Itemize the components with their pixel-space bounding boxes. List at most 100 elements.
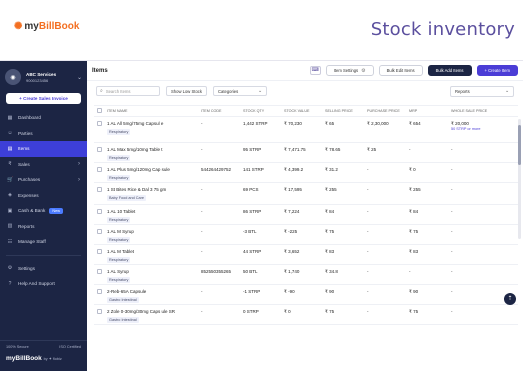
logo-text-billbook: BillBook xyxy=(38,21,80,32)
item-name[interactable]: 1 AL M Syrup xyxy=(107,229,201,235)
table-body: 1 AL All 5mg/75mg Capsul e Respiratory -1,… xyxy=(94,117,518,325)
item-name[interactable]: 1 St Bites Rice & Dal 3 75 gm xyxy=(107,187,201,193)
sidebar-item-dashboard[interactable]: ▦ Dashboard xyxy=(0,110,87,126)
business-switcher[interactable]: ◉ ABC Services 9000123456 ⌄ xyxy=(0,61,87,89)
item-name-cell[interactable]: 1 AL M Syrup Respiratory xyxy=(106,225,201,243)
items-header: Items ⌨ Item Settings ⚙ Bulk Edit Items … xyxy=(87,61,523,81)
search-input[interactable]: ⌕ Search Items xyxy=(96,86,160,96)
table-scrollbar[interactable] xyxy=(518,119,521,239)
header-wholesale-price[interactable]: WHOLE SALE PRICE xyxy=(451,109,505,113)
create-sales-invoice-button[interactable]: + Create Sales Invoice xyxy=(6,93,81,104)
sidebar-item-cash-bank[interactable]: ▣ Cash & Bank New xyxy=(0,203,87,219)
item-name[interactable]: 1 AL M Tablet xyxy=(107,249,201,255)
chevron-down-icon: ⌄ xyxy=(257,88,262,94)
header-purchase-price[interactable]: PURCHASE PRICE xyxy=(367,109,409,113)
item-name-cell[interactable]: 1 AL Max 5mg/10mg Table t Respiratory xyxy=(106,143,201,161)
item-code: - xyxy=(201,309,203,314)
sidebar-item-label: Parties xyxy=(18,130,33,136)
item-name[interactable]: 1 AL 10 Tablet xyxy=(107,209,201,215)
sidebar-item-label: Dashboard xyxy=(18,115,41,121)
mrp: ₹ 84 xyxy=(409,209,419,214)
sidebar-item-manage-staff[interactable]: ☷ Manage Staff xyxy=(0,234,87,250)
header-item-code[interactable]: ITEM CODE xyxy=(201,109,243,113)
table-row[interactable]: 1 AL All 5mg/75mg Capsul e Respiratory -1,… xyxy=(94,117,518,143)
show-low-stock-toggle[interactable]: Show Low Stock xyxy=(166,86,207,96)
item-name-cell[interactable]: 1 St Bites Rice & Dal 3 75 gm Baby Food a… xyxy=(106,183,201,201)
categories-dropdown[interactable]: Categories ⌄ xyxy=(212,86,267,96)
purchase-price: - xyxy=(367,309,369,314)
item-name-cell[interactable]: 2-Reb-65A Capsule Gastro Intestinal xyxy=(106,285,201,303)
category-badge: Gastro Intestinal xyxy=(107,316,139,323)
table-row[interactable]: 2-Reb-65A Capsule Gastro Intestinal - -1 ST… xyxy=(94,285,518,305)
create-item-button[interactable]: + Create Item xyxy=(476,65,518,76)
row-checkbox[interactable] xyxy=(97,187,102,192)
wholesale-price: - xyxy=(451,249,453,254)
header-mrp[interactable]: MRP xyxy=(409,109,451,113)
item-name-cell[interactable]: 1 AL 10 Tablet Respiratory xyxy=(106,205,201,223)
table-row[interactable]: 1 St Bites Rice & Dal 3 75 gm Baby Food a… xyxy=(94,183,518,205)
item-name[interactable]: 1 AL Plus 5mg/120mg Cap sule xyxy=(107,167,201,173)
item-name[interactable]: 1 AL All 5mg/75mg Capsul e xyxy=(107,121,201,127)
table-row[interactable]: 1 AL Plus 5mg/120mg Cap sule Respiratory 5… xyxy=(94,163,518,183)
stock-value: ₹ 1,740 xyxy=(284,269,300,274)
reports-dropdown[interactable]: Reports ⌄ xyxy=(450,85,514,97)
sidebar-item-parties[interactable]: ☺ Parties xyxy=(0,126,87,142)
table-row[interactable]: 1 AL M Tablet Respiratory -44 STRP ₹ 3,652 ₹… xyxy=(94,245,518,265)
table-row[interactable]: 1 AL Syrup Respiratory 852550355265 50 BTL ₹… xyxy=(94,265,518,285)
item-name-cell[interactable]: 1 AL M Tablet Respiratory xyxy=(106,245,201,263)
row-checkbox[interactable] xyxy=(97,269,102,274)
row-checkbox[interactable] xyxy=(97,121,102,126)
select-all-checkbox[interactable] xyxy=(97,108,102,113)
item-name[interactable]: 1 AL Syrup xyxy=(107,269,201,275)
item-name[interactable]: 2-Reb-65A Capsule xyxy=(107,289,201,295)
page-headline: Stock inventory xyxy=(370,19,515,40)
row-checkbox[interactable] xyxy=(97,229,102,234)
mrp: ₹ 83 xyxy=(409,249,419,254)
header-item-name[interactable]: ITEM NAME xyxy=(106,109,201,113)
item-name-cell[interactable]: 1 AL Plus 5mg/120mg Cap sule Respiratory xyxy=(106,163,201,181)
sidebar-item-settings[interactable]: ⚙ Settings xyxy=(0,261,87,277)
sidebar-item-expenses[interactable]: ◈ Expenses xyxy=(0,188,87,204)
header-stock-value[interactable]: STOCK VALUE xyxy=(284,109,325,113)
stock-value: ₹ 0 xyxy=(284,309,291,314)
header-selling-price[interactable]: SELLING PRICE xyxy=(325,109,367,113)
row-checkbox[interactable] xyxy=(97,209,102,214)
bulk-add-items-button[interactable]: Bulk Add Items xyxy=(427,65,472,76)
table-row[interactable]: 1 AL 10 Tablet Respiratory -86 STRP ₹ 7,224… xyxy=(94,205,518,225)
sidebar-item-help-and-support[interactable]: ? Help And Support xyxy=(0,276,87,292)
mrp: - xyxy=(409,147,411,152)
row-checkbox[interactable] xyxy=(97,167,102,172)
mrp: ₹ 0 xyxy=(409,167,416,172)
item-name[interactable]: 1 AL Max 5mg/10mg Table t xyxy=(107,147,201,153)
row-checkbox[interactable] xyxy=(97,147,102,152)
row-checkbox[interactable] xyxy=(97,249,102,254)
item-name-cell[interactable]: 1 AL All 5mg/75mg Capsul e Respiratory xyxy=(106,117,201,135)
sidebar-item-label: Items xyxy=(18,146,30,152)
item-name-cell[interactable]: 2 Zole 0-30mg/30mg Caps ule SR Gastro Int… xyxy=(106,305,201,323)
item-name[interactable]: 2 Zole 0-30mg/30mg Caps ule SR xyxy=(107,309,201,315)
header-stock-qty[interactable]: STOCK QTY xyxy=(243,109,284,113)
row-checkbox[interactable] xyxy=(97,309,102,314)
staff-icon: ☷ xyxy=(7,238,13,245)
table-row[interactable]: 1 AL M Syrup Respiratory - -3 BTL ₹ -225 ₹ 75… xyxy=(94,225,518,245)
row-checkbox[interactable] xyxy=(97,289,102,294)
table-row[interactable]: 2 Zole 0-30mg/30mg Caps ule SR Gastro Int… xyxy=(94,305,518,325)
item-settings-button[interactable]: Item Settings ⚙ xyxy=(325,65,374,76)
sidebar-item-sales[interactable]: ₹ Sales › xyxy=(0,157,87,173)
item-name-cell[interactable]: 1 AL Syrup Respiratory xyxy=(106,265,201,283)
wholesale-price-cell: - xyxy=(451,205,505,214)
keyboard-shortcuts-icon[interactable]: ⌨ xyxy=(309,66,321,75)
sales-icon: ₹ xyxy=(8,161,12,168)
purchase-price: - xyxy=(367,289,369,294)
sidebar-item-items[interactable]: ▤ Items xyxy=(0,141,87,157)
stock-qty: 50 BTL xyxy=(243,269,258,274)
stock-value: ₹ 4,399.2 xyxy=(284,167,304,172)
scroll-to-top-button[interactable]: ⇡ xyxy=(504,293,516,305)
sidebar-item-purchases[interactable]: 🛒 Purchases › xyxy=(0,172,87,188)
sidebar-item-reports[interactable]: ▥ Reports xyxy=(0,219,87,235)
scrollbar-thumb[interactable] xyxy=(518,125,521,165)
table-row[interactable]: 1 AL Max 5mg/10mg Table t Respiratory -95 … xyxy=(94,143,518,163)
selling-price: ₹ 75 xyxy=(325,309,335,314)
sidebar-item-label: Settings xyxy=(18,265,35,271)
bulk-edit-items-button[interactable]: Bulk Edit Items xyxy=(378,65,423,76)
